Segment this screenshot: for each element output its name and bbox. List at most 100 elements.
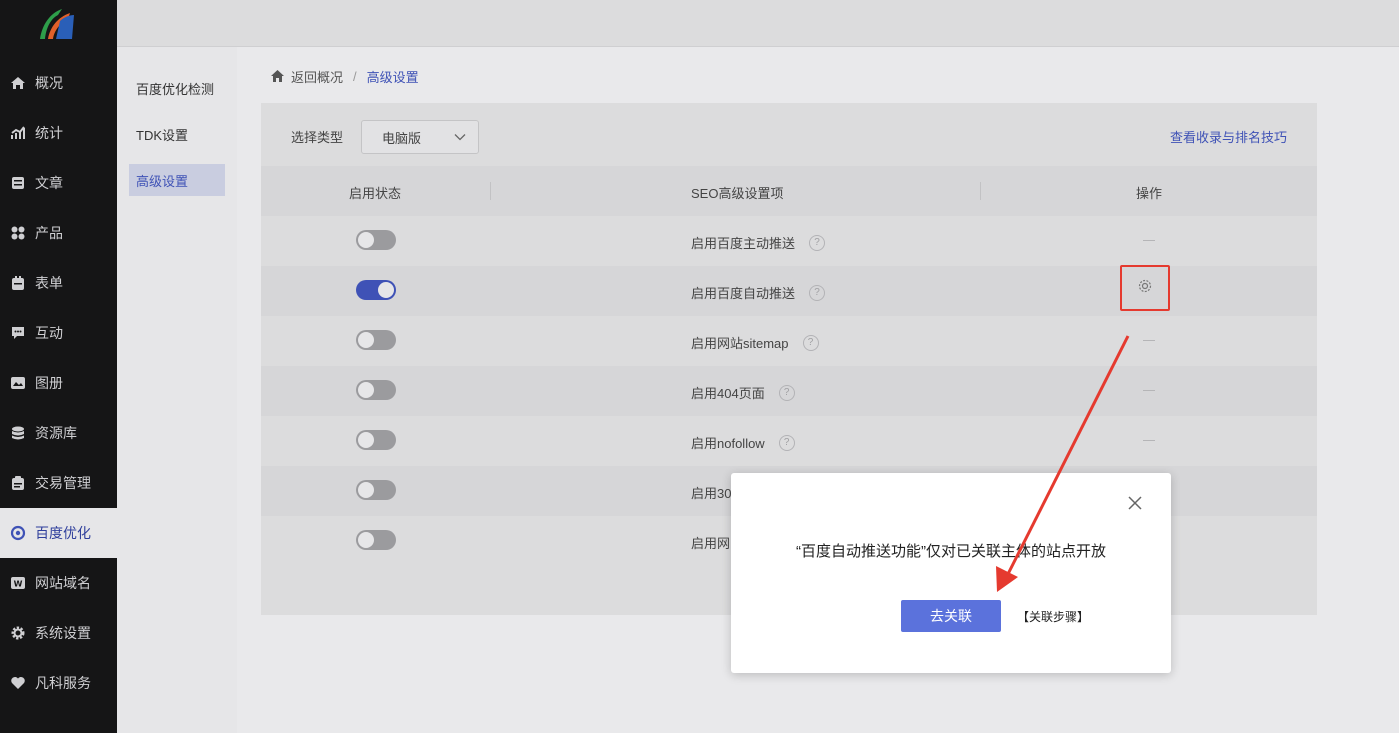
breadcrumb: 返回概况 / 高级设置 bbox=[270, 66, 419, 86]
link-entity-dialog: “百度自动推送功能”仅对已关联主体的站点开放 去关联 【关联步骤】 bbox=[731, 473, 1171, 673]
sidebar-item-label: 凡科服务 bbox=[35, 675, 91, 691]
sub-menu: 百度优化检测 TDK设置 高级设置 bbox=[117, 47, 237, 733]
sidebar-item-overview[interactable]: 概况 bbox=[0, 58, 117, 108]
toggle-knob bbox=[358, 482, 374, 498]
baidu-seo-icon bbox=[10, 525, 26, 541]
sidebar-item-domain[interactable]: W 网站域名 bbox=[0, 558, 117, 608]
setting-label: 启用404页面 bbox=[691, 386, 765, 401]
toggle-knob bbox=[378, 282, 394, 298]
enable-toggle[interactable] bbox=[356, 530, 396, 550]
link-steps-link[interactable]: 【关联步骤】 bbox=[1017, 608, 1089, 625]
product-icon bbox=[10, 225, 26, 241]
help-icon[interactable]: ? bbox=[802, 334, 819, 351]
toggle-knob bbox=[358, 532, 374, 548]
setting-label: 启用网站sitemap bbox=[691, 336, 789, 351]
home-icon[interactable] bbox=[270, 69, 285, 83]
help-icon[interactable]: ? bbox=[809, 234, 826, 251]
toggle-knob bbox=[358, 232, 374, 248]
sidebar-item-label: 互动 bbox=[35, 325, 63, 341]
sidebar-item-label: 图册 bbox=[35, 375, 63, 391]
dialog-message: “百度自动推送功能”仅对已关联主体的站点开放 bbox=[796, 543, 1106, 560]
enable-toggle[interactable] bbox=[356, 430, 396, 450]
setting-label-wrap: 启用百度主动推送? bbox=[691, 233, 826, 252]
trade-icon bbox=[10, 475, 26, 491]
column-divider bbox=[490, 182, 491, 200]
setting-label-wrap: 启用网站sitemap? bbox=[691, 333, 819, 352]
help-icon[interactable]: ? bbox=[809, 284, 826, 301]
setting-label-wrap: 启用网 bbox=[691, 533, 730, 552]
setting-label: 启用网 bbox=[691, 536, 731, 551]
enable-toggle[interactable] bbox=[356, 230, 396, 250]
type-select[interactable]: 电脑版 bbox=[361, 120, 479, 154]
sidebar-item-interact[interactable]: 互动 bbox=[0, 308, 117, 358]
type-select-value: 电脑版 bbox=[382, 130, 422, 146]
logo bbox=[40, 9, 74, 39]
sidebar-item-system[interactable]: 系统设置 bbox=[0, 608, 117, 658]
sidebar-item-product[interactable]: 产品 bbox=[0, 208, 117, 258]
settings-gear-button[interactable] bbox=[1120, 265, 1170, 311]
stats-icon bbox=[10, 125, 26, 141]
submenu-item-advanced[interactable]: 高级设置 bbox=[129, 164, 225, 196]
column-header-setting: SEO高级设置项 bbox=[691, 186, 784, 201]
table-header: 启用状态 SEO高级设置项 操作 bbox=[261, 166, 1317, 216]
setting-label-wrap: 启用404页面? bbox=[691, 383, 795, 402]
submenu-item-baidu-check[interactable]: 百度优化检测 bbox=[129, 72, 225, 104]
sidebar-item-label: 百度优化 bbox=[35, 525, 91, 541]
enable-toggle[interactable] bbox=[356, 280, 396, 300]
breadcrumb-current: 高级设置 bbox=[366, 69, 419, 85]
sidebar-item-label: 交易管理 bbox=[35, 475, 91, 491]
close-icon[interactable] bbox=[1127, 495, 1143, 511]
table-row: 启用网站sitemap? bbox=[261, 316, 1317, 366]
submenu-item-label: TDK设置 bbox=[136, 127, 189, 143]
chat-icon bbox=[10, 325, 26, 341]
enable-toggle[interactable] bbox=[356, 330, 396, 350]
no-action-dash bbox=[1143, 440, 1155, 441]
chevron-down-icon bbox=[454, 131, 466, 146]
no-action-dash bbox=[1143, 240, 1155, 241]
enable-toggle[interactable] bbox=[356, 480, 396, 500]
submenu-item-tdk[interactable]: TDK设置 bbox=[129, 118, 225, 150]
article-icon bbox=[10, 175, 26, 191]
setting-label-wrap: 启用nofollow? bbox=[691, 433, 795, 452]
database-icon bbox=[10, 425, 26, 441]
column-header-status: 启用状态 bbox=[349, 186, 402, 201]
sidebar-item-trade[interactable]: 交易管理 bbox=[0, 458, 117, 508]
sidebar-item-album[interactable]: 图册 bbox=[0, 358, 117, 408]
no-action-dash bbox=[1143, 390, 1155, 391]
sidebar-item-form[interactable]: 表单 bbox=[0, 258, 117, 308]
setting-label: 启用30 bbox=[691, 486, 732, 501]
help-icon[interactable]: ? bbox=[778, 434, 795, 451]
sidebar-item-label: 概况 bbox=[35, 75, 63, 91]
sidebar-item-resource[interactable]: 资源库 bbox=[0, 408, 117, 458]
heart-icon bbox=[10, 675, 26, 691]
sidebar-item-service[interactable]: 凡科服务 bbox=[0, 658, 117, 708]
setting-label: 启用nofollow bbox=[691, 436, 765, 451]
sidebar-item-baidu-seo[interactable]: 百度优化 bbox=[0, 508, 117, 558]
type-label: 选择类型 bbox=[291, 130, 344, 145]
table-row: 启用nofollow? bbox=[261, 416, 1317, 466]
setting-label: 启用百度自动推送 bbox=[691, 286, 796, 301]
form-icon bbox=[10, 275, 26, 291]
setting-label-wrap: 启用百度自动推送? bbox=[691, 283, 826, 302]
sidebar-item-label: 表单 bbox=[35, 275, 63, 291]
submenu-item-label: 百度优化检测 bbox=[136, 81, 215, 97]
home-icon bbox=[10, 75, 26, 91]
sidebar-item-label: 文章 bbox=[35, 175, 63, 191]
gear-icon bbox=[10, 625, 26, 641]
breadcrumb-back-link[interactable]: 返回概况 bbox=[291, 67, 343, 86]
sidebar-item-article[interactable]: 文章 bbox=[0, 158, 117, 208]
sidebar-item-stats[interactable]: 统计 bbox=[0, 108, 117, 158]
table-row: 启用404页面? bbox=[261, 366, 1317, 416]
go-link-button[interactable]: 去关联 bbox=[901, 600, 1001, 632]
ranking-tips-link[interactable]: 查看收录与排名技巧 bbox=[1170, 127, 1287, 146]
sidebar-item-label: 系统设置 bbox=[35, 625, 91, 641]
setting-label: 启用百度主动推送 bbox=[691, 236, 796, 251]
column-divider bbox=[980, 182, 981, 200]
svg-text:W: W bbox=[14, 580, 23, 589]
main-sidebar: 概况 统计 文章 产品 表单 互动 图册 资源库 交易管理 百度优化 W 网站域… bbox=[0, 0, 117, 733]
no-action-dash bbox=[1143, 340, 1155, 341]
column-header-action: 操作 bbox=[1136, 186, 1163, 201]
sidebar-item-label: 产品 bbox=[35, 225, 63, 241]
help-icon[interactable]: ? bbox=[778, 384, 795, 401]
enable-toggle[interactable] bbox=[356, 380, 396, 400]
